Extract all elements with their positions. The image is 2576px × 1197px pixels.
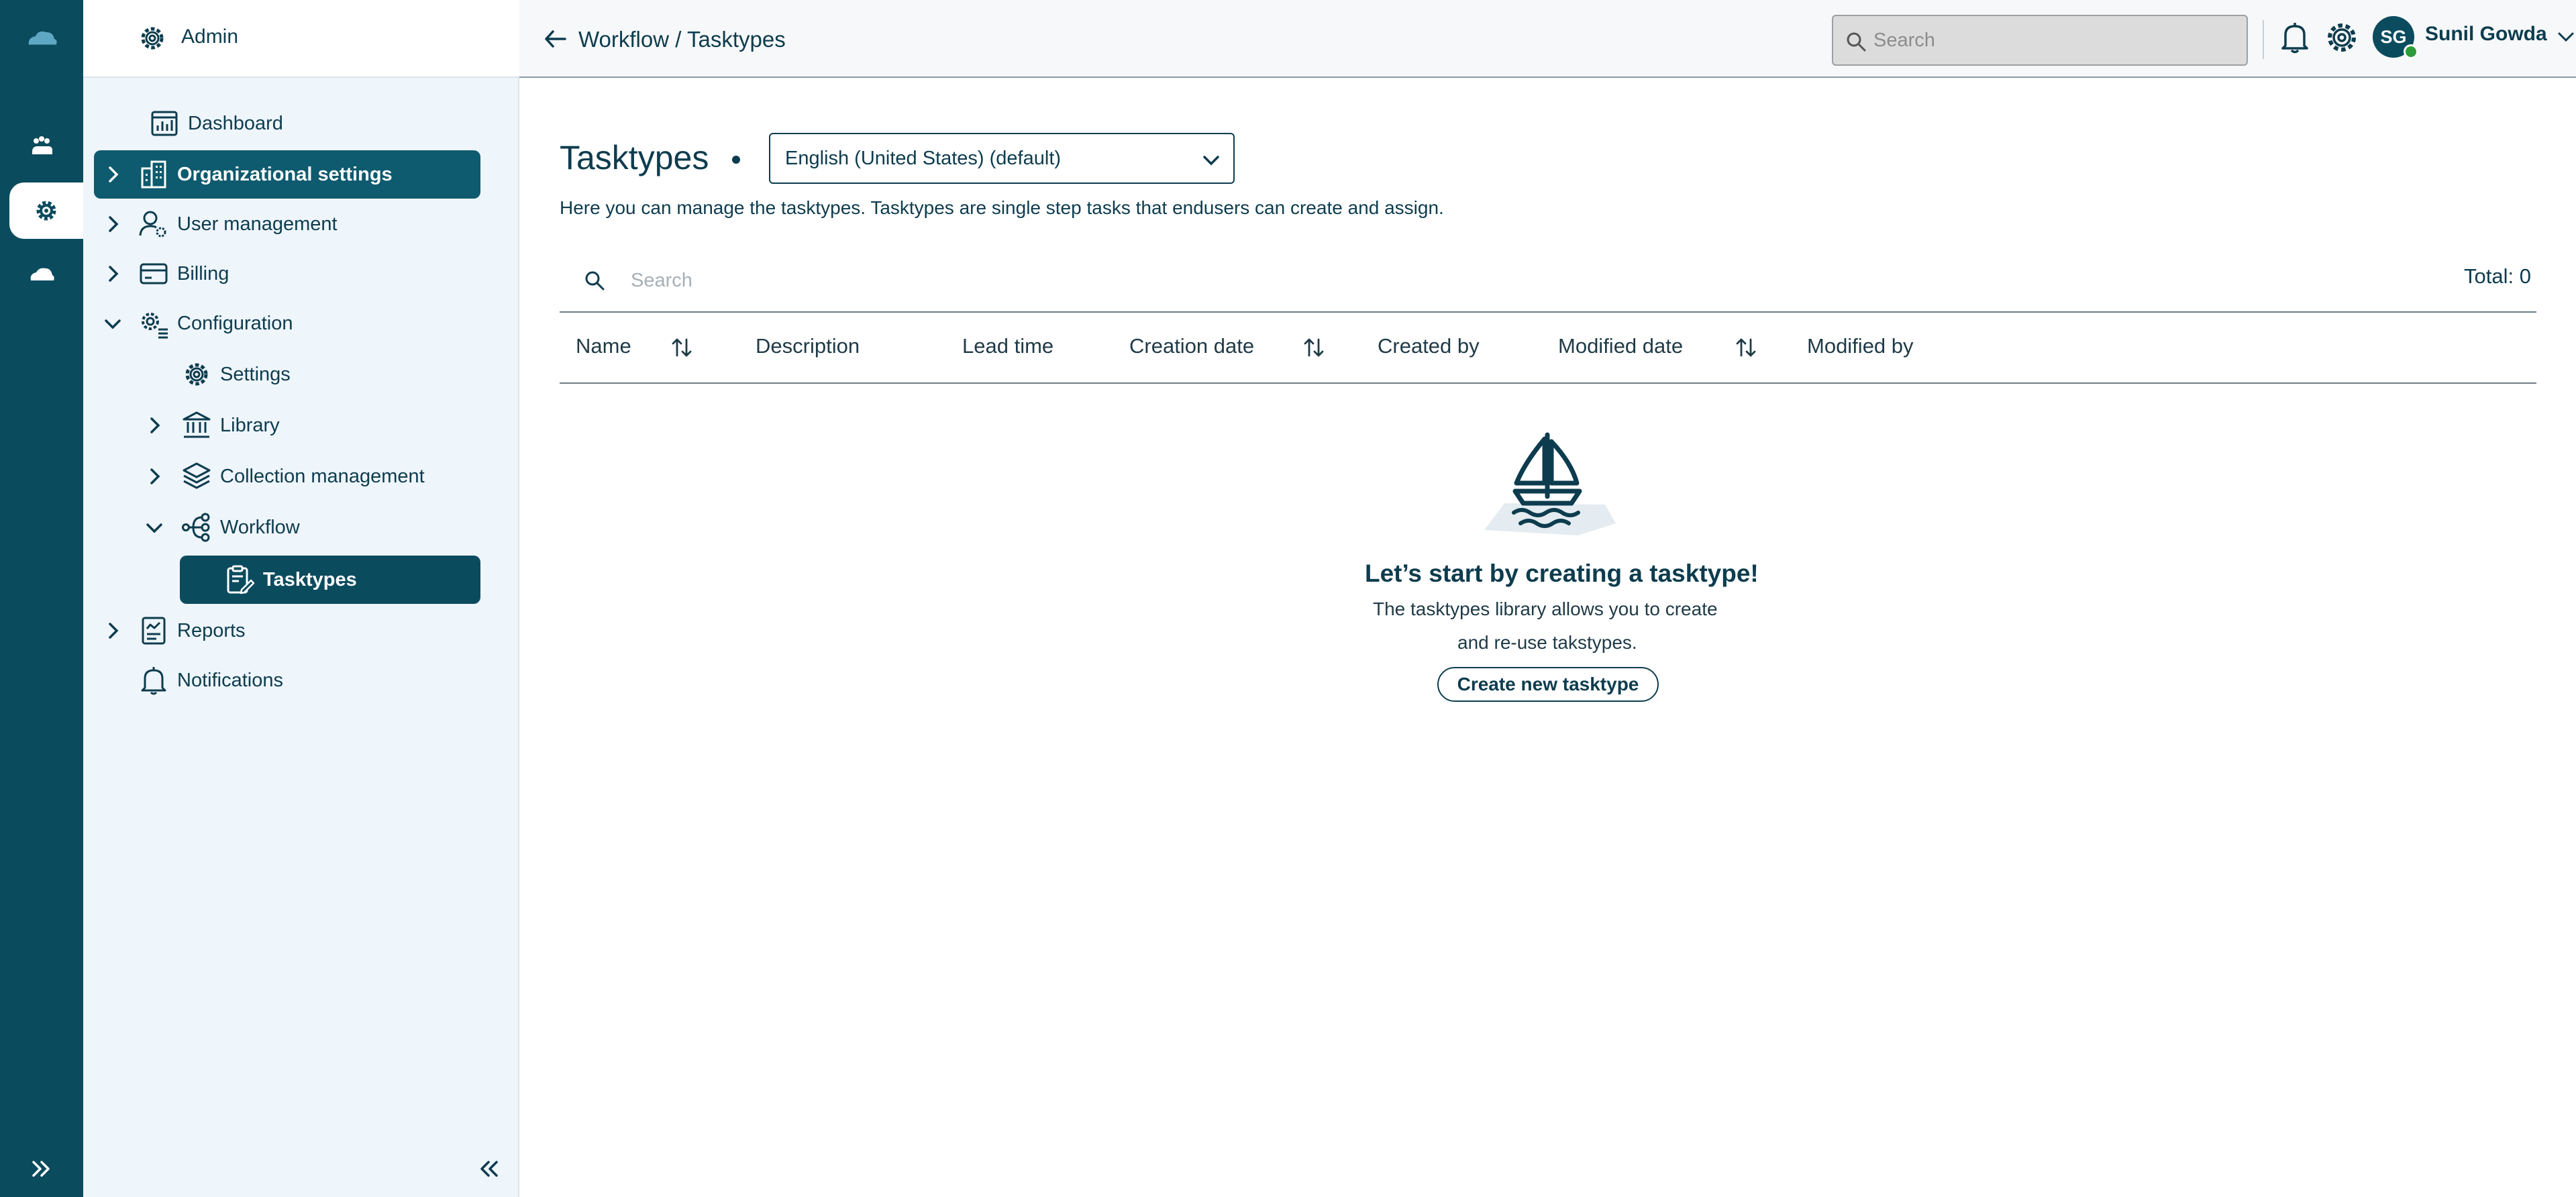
column-header-modified-date[interactable]: Modified date xyxy=(1558,334,1683,358)
rail-collections-button[interactable] xyxy=(0,118,83,174)
chevron-right-icon[interactable] xyxy=(145,467,164,486)
workflow-icon xyxy=(182,513,210,542)
topbar-divider xyxy=(2263,20,2264,59)
sidebar-item-label: Tasktypes xyxy=(263,569,357,590)
gear-icon xyxy=(36,201,56,221)
app-rail xyxy=(0,0,83,1197)
sidebar-item-organizational-settings[interactable]: Organizational settings xyxy=(94,150,480,199)
cloud-logo-icon[interactable] xyxy=(25,28,58,51)
clipboard-edit-icon xyxy=(227,565,255,594)
column-header-created-by[interactable]: Created by xyxy=(1378,334,1480,358)
sidebar-item-configuration[interactable]: Configuration xyxy=(94,299,497,348)
building-icon xyxy=(141,160,166,189)
sidebar-item-label: Settings xyxy=(220,364,291,385)
global-search-input[interactable] xyxy=(1873,16,2236,64)
sidebar-item-label: Collection management xyxy=(220,466,425,487)
chevron-down-icon[interactable] xyxy=(145,518,164,537)
sidebar-item-collection-management[interactable]: Collection management xyxy=(136,452,498,501)
sidebar-item-label: Workflow xyxy=(220,517,300,538)
sailboat-icon xyxy=(1484,432,1616,535)
rail-admin-button[interactable] xyxy=(9,183,83,239)
sidebar-item-label: User management xyxy=(177,213,338,235)
sidebar-item-label: Billing xyxy=(177,263,229,284)
sidebar-item-label: Library xyxy=(220,415,280,436)
arrow-left-icon[interactable] xyxy=(542,25,569,52)
breadcrumb: Workflow / Tasktypes xyxy=(578,27,786,52)
empty-state-text-line2: and re-use takstypes. xyxy=(1457,632,1637,653)
table-top-divider xyxy=(560,311,2536,313)
search-icon xyxy=(585,271,605,291)
language-select[interactable]: English (United States) (default) xyxy=(769,133,1235,184)
column-header-description[interactable]: Description xyxy=(756,334,860,358)
table-header-divider xyxy=(560,382,2536,384)
notifications-bell-icon[interactable] xyxy=(2277,20,2312,55)
sidebar-item-reports[interactable]: Reports xyxy=(94,607,497,655)
cloud-hand-icon xyxy=(32,136,52,154)
chevron-down-icon[interactable] xyxy=(2557,27,2575,46)
column-header-creation-date[interactable]: Creation date xyxy=(1129,334,1254,358)
sidebar-item-library[interactable]: Library xyxy=(136,401,498,450)
sidebar-header: Admin xyxy=(83,0,519,78)
table-search-input[interactable] xyxy=(631,263,1704,298)
breadcrumb-separator: / xyxy=(669,27,687,52)
sort-arrows-icon[interactable] xyxy=(1734,335,1758,360)
total-count: Total: 0 xyxy=(2464,264,2531,288)
chevron-right-icon[interactable] xyxy=(103,165,122,184)
chevron-down-icon xyxy=(1203,156,1219,166)
search-icon xyxy=(1847,32,1866,52)
sidebar-item-label: Notifications xyxy=(177,670,283,691)
dashboard-icon xyxy=(151,111,178,136)
sidebar-item-tasktypes[interactable]: Tasktypes xyxy=(180,556,480,604)
chevron-right-icon[interactable] xyxy=(103,621,122,640)
sidebar-item-label: Configuration xyxy=(177,313,293,334)
cloud-icon xyxy=(30,268,54,280)
empty-state-title: Let’s start by creating a tasktype! xyxy=(1365,560,1759,587)
language-select-value: English (United States) (default) xyxy=(785,148,1062,169)
gear-icon xyxy=(185,363,208,386)
sidebar-title: Admin xyxy=(181,25,239,48)
collapse-sidebar-icon[interactable] xyxy=(475,1155,502,1182)
gear-list-icon xyxy=(142,313,168,339)
expand-rail-icon[interactable] xyxy=(28,1155,55,1182)
chevron-right-icon[interactable] xyxy=(103,215,122,233)
bell-icon xyxy=(141,667,166,695)
chevron-right-icon[interactable] xyxy=(103,264,122,283)
gear-icon xyxy=(141,27,164,50)
column-header-modified-by[interactable]: Modified by xyxy=(1807,334,1914,358)
title-dot xyxy=(732,156,740,164)
page-title: Tasktypes xyxy=(560,139,709,176)
library-icon xyxy=(183,411,211,438)
report-icon xyxy=(142,617,166,645)
sidebar-item-label: Organizational settings xyxy=(177,164,393,185)
page-description: Here you can manage the tasktypes. Taskt… xyxy=(560,197,1444,218)
column-header-lead-time[interactable]: Lead time xyxy=(962,334,1053,358)
admin-sidebar: Admin Dashboard Organizational settings xyxy=(83,0,519,1197)
presence-indicator xyxy=(2404,44,2418,59)
breadcrumb-current: Tasktypes xyxy=(687,27,786,52)
chevron-right-icon[interactable] xyxy=(145,416,164,435)
empty-state-text-line1: The tasktypes library allows you to crea… xyxy=(1373,598,1718,619)
sidebar-item-settings[interactable]: Settings xyxy=(136,350,498,399)
sidebar-item-user-management[interactable]: User management xyxy=(94,200,497,248)
sidebar-item-notifications[interactable]: Notifications xyxy=(94,656,497,705)
user-gear-icon xyxy=(139,211,166,238)
global-search xyxy=(1832,15,2248,66)
settings-gear-icon[interactable] xyxy=(2323,19,2361,56)
top-bar: Workflow / Tasktypes SG Sunil Gowda xyxy=(519,0,2576,78)
credit-card-icon xyxy=(140,263,168,284)
sidebar-item-billing[interactable]: Billing xyxy=(94,250,497,298)
sidebar-item-dashboard[interactable]: Dashboard xyxy=(94,99,497,148)
breadcrumb-workflow-link[interactable]: Workflow xyxy=(578,27,669,52)
chevron-down-icon[interactable] xyxy=(103,314,122,333)
layers-icon xyxy=(183,462,211,489)
user-name[interactable]: Sunil Gowda xyxy=(2425,23,2547,46)
column-header-name[interactable]: Name xyxy=(576,334,631,358)
create-tasktype-button[interactable]: Create new tasktype xyxy=(1437,667,1659,702)
sidebar-item-label: Dashboard xyxy=(188,113,283,134)
rail-cloud-button[interactable] xyxy=(0,247,83,303)
sort-arrows-icon[interactable] xyxy=(1302,335,1326,360)
sidebar-item-workflow[interactable]: Workflow xyxy=(136,503,498,552)
sidebar-item-label: Reports xyxy=(177,620,246,641)
sort-arrows-icon[interactable] xyxy=(670,335,694,360)
